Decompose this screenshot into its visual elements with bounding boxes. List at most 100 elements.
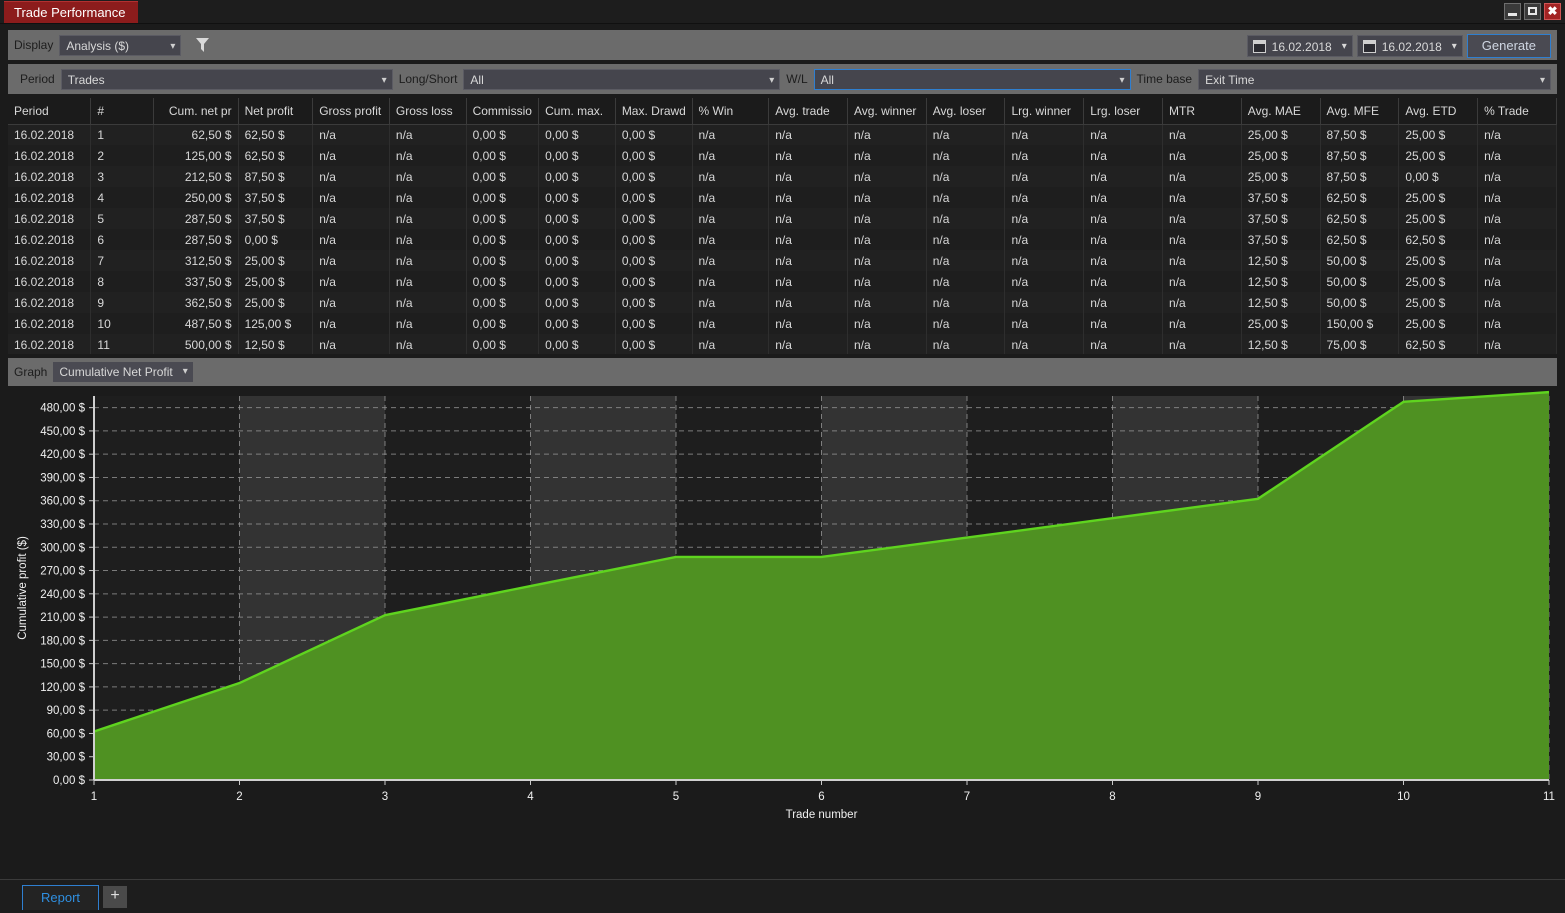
table-cell: n/a bbox=[389, 187, 467, 208]
table-row[interactable]: 16.02.2018 1 62,50 $62,50 $ n/a n/a 0,00 $0,0… bbox=[8, 124, 1557, 145]
table-row[interactable]: 16.02.2018 6 287,50 $0,00 $ n/a n/a 0,00 $0,0… bbox=[8, 229, 1557, 250]
table-cell: n/a bbox=[389, 208, 467, 229]
column-header[interactable]: Max. Drawd bbox=[615, 98, 693, 125]
trades-table-container[interactable]: Period # Cum. net pr Net profit Gross profit… bbox=[8, 98, 1557, 354]
display-select[interactable]: Analysis ($) ▾ bbox=[59, 34, 182, 56]
date-to-field[interactable]: 16.02.2018 ▾ bbox=[1356, 35, 1463, 57]
table-cell: n/a bbox=[1004, 313, 1085, 334]
table-cell: n/a bbox=[926, 124, 1006, 145]
table-cell: n/a bbox=[847, 292, 927, 313]
date-from-field[interactable]: 16.02.2018 ▾ bbox=[1246, 35, 1353, 57]
y-tick-label: 450,00 $ bbox=[40, 426, 85, 438]
table-cell: n/a bbox=[847, 250, 927, 271]
period-select[interactable]: Trades ▾ bbox=[60, 68, 393, 90]
longshort-select[interactable]: All ▾ bbox=[463, 68, 781, 90]
close-button[interactable]: ✖ bbox=[1544, 3, 1561, 20]
table-cell: 312,50 $ bbox=[153, 250, 239, 271]
table-cell: n/a bbox=[926, 145, 1006, 166]
y-tick-label: 150,00 $ bbox=[40, 659, 85, 671]
column-header[interactable]: Cum. max. bbox=[538, 98, 616, 125]
column-header[interactable]: Avg. ETD bbox=[1398, 98, 1479, 125]
table-cell: n/a bbox=[1162, 124, 1242, 145]
calendar-icon bbox=[1252, 40, 1266, 53]
column-header[interactable]: Lrg. winner bbox=[1004, 98, 1085, 125]
table-cell: n/a bbox=[1004, 145, 1085, 166]
table-row[interactable]: 16.02.2018 7 312,50 $25,00 $ n/a n/a 0,00 $0,… bbox=[8, 250, 1557, 271]
table-row[interactable]: 16.02.2018 8 337,50 $25,00 $ n/a n/a 0,00 $0,… bbox=[8, 271, 1557, 292]
table-cell: n/a bbox=[692, 145, 770, 166]
table-row[interactable]: 16.02.2018 9 362,50 $25,00 $ n/a n/a 0,00 $0,… bbox=[8, 292, 1557, 313]
table-cell: 16.02.2018 bbox=[8, 166, 92, 187]
table-cell: 5 bbox=[90, 208, 154, 229]
table-cell: n/a bbox=[1083, 187, 1164, 208]
column-header[interactable]: Net profit bbox=[238, 98, 314, 125]
table-cell: n/a bbox=[692, 334, 770, 354]
table-cell: 150,00 $ bbox=[1320, 313, 1400, 334]
tab-report[interactable]: Report bbox=[22, 885, 100, 910]
table-cell: n/a bbox=[847, 271, 927, 292]
table-cell: n/a bbox=[768, 187, 848, 208]
column-header[interactable]: Gross loss bbox=[389, 98, 467, 125]
minimize-icon bbox=[1508, 13, 1517, 16]
timebase-select[interactable]: Exit Time ▾ bbox=[1198, 68, 1551, 90]
minimize-button[interactable] bbox=[1504, 3, 1521, 20]
add-tab-button[interactable]: + bbox=[103, 886, 127, 908]
y-tick-label: 60,00 $ bbox=[47, 728, 86, 740]
column-header[interactable]: % Trade bbox=[1477, 98, 1557, 125]
funnel-icon[interactable] bbox=[189, 34, 215, 56]
table-cell: 25,00 $ bbox=[238, 271, 314, 292]
table-cell: n/a bbox=[768, 229, 848, 250]
y-tick-label: 120,00 $ bbox=[40, 682, 85, 694]
table-cell: 16.02.2018 bbox=[8, 334, 92, 354]
table-cell: n/a bbox=[1083, 229, 1164, 250]
column-header[interactable]: Avg. loser bbox=[926, 98, 1006, 125]
column-header[interactable]: Avg. MAE bbox=[1241, 98, 1321, 125]
x-tick-label: 6 bbox=[818, 791, 824, 803]
column-header[interactable]: Gross profit bbox=[312, 98, 390, 125]
column-header[interactable]: Commissio bbox=[466, 98, 540, 125]
wl-select[interactable]: All ▾ bbox=[813, 68, 1131, 90]
table-cell: n/a bbox=[1477, 187, 1557, 208]
table-cell: 0,00 $ bbox=[615, 187, 693, 208]
cumulative-profit-chart[interactable]: 0,00 $ 30,00 $ 60,00 $ 90,00 $ 120,00 $ 150,0… bbox=[8, 388, 1557, 828]
column-header[interactable]: Lrg. loser bbox=[1083, 98, 1164, 125]
table-cell: 37,50 $ bbox=[1241, 187, 1321, 208]
column-header[interactable]: Avg. MFE bbox=[1320, 98, 1400, 125]
table-row[interactable]: 16.02.2018 11 500,00 $12,50 $ n/a n/a 0,00 $0… bbox=[8, 334, 1557, 354]
generate-button[interactable]: Generate bbox=[1466, 34, 1551, 58]
table-cell: n/a bbox=[389, 229, 467, 250]
table-cell: n/a bbox=[768, 313, 848, 334]
table-cell: n/a bbox=[389, 271, 467, 292]
table-cell: 16.02.2018 bbox=[8, 187, 92, 208]
table-row[interactable]: 16.02.2018 3 212,50 $87,50 $ n/a n/a 0,00 $0,… bbox=[8, 166, 1557, 187]
table-cell: n/a bbox=[1083, 145, 1164, 166]
table-cell: n/a bbox=[1477, 208, 1557, 229]
table-cell: 25,00 $ bbox=[1398, 208, 1479, 229]
table-cell: 25,00 $ bbox=[238, 292, 314, 313]
table-cell: n/a bbox=[1083, 124, 1164, 145]
table-cell: 25,00 $ bbox=[1241, 166, 1321, 187]
graph-type-select[interactable]: Cumulative Net Profit ▾ bbox=[53, 362, 193, 382]
table-cell: n/a bbox=[1477, 292, 1557, 313]
column-header[interactable]: # bbox=[90, 98, 154, 125]
chevron-down-icon: ▾ bbox=[1119, 74, 1125, 86]
column-header[interactable]: % Win bbox=[692, 98, 770, 125]
table-cell: n/a bbox=[312, 145, 390, 166]
table-cell: 125,00 $ bbox=[153, 145, 239, 166]
table-row[interactable]: 16.02.2018 10 487,50 $125,00 $ n/a n/a 0,00 $… bbox=[8, 313, 1557, 334]
column-header[interactable]: MTR bbox=[1162, 98, 1242, 125]
maximize-button[interactable] bbox=[1524, 3, 1541, 20]
column-header[interactable]: Cum. net pr bbox=[153, 98, 239, 125]
column-header[interactable]: Period bbox=[8, 98, 92, 125]
table-cell: n/a bbox=[768, 166, 848, 187]
table-row[interactable]: 16.02.2018 5 287,50 $37,50 $ n/a n/a 0,00 $0,… bbox=[8, 208, 1557, 229]
window-title[interactable]: Trade Performance bbox=[4, 1, 138, 23]
column-header[interactable]: Avg. winner bbox=[847, 98, 927, 125]
table-cell: 25,00 $ bbox=[1241, 124, 1321, 145]
table-row[interactable]: 16.02.2018 2 125,00 $62,50 $ n/a n/a 0,00 $0,… bbox=[8, 145, 1557, 166]
table-row[interactable]: 16.02.2018 4 250,00 $37,50 $ n/a n/a 0,00 $0,… bbox=[8, 187, 1557, 208]
column-header[interactable]: Avg. trade bbox=[768, 98, 848, 125]
table-cell: 0,00 $ bbox=[538, 145, 616, 166]
table-cell: 287,50 $ bbox=[153, 208, 239, 229]
table-cell: n/a bbox=[847, 145, 927, 166]
